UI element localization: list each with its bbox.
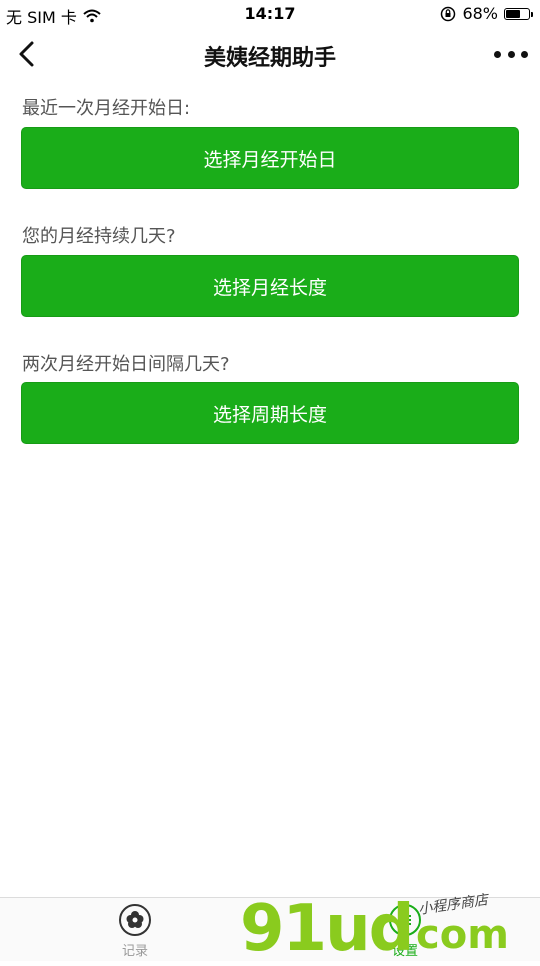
battery-icon (504, 7, 533, 20)
more-dot (507, 50, 515, 58)
orientation-lock-icon (441, 6, 456, 21)
start-date-label: 最近一次月经开始日: (22, 98, 191, 119)
tab-record[interactable]: 记录 (95, 904, 175, 959)
select-start-date-button[interactable]: 选择月经开始日 (21, 127, 519, 189)
tab-record-label: 记录 (121, 944, 148, 959)
select-cycle-length-button[interactable]: 选择周期长度 (21, 382, 519, 444)
status-bar: 无 SIM 卡 14:17 68% (0, 0, 540, 28)
status-right: 68% (440, 4, 533, 23)
more-dot (521, 50, 528, 58)
menu-lines-icon (389, 904, 421, 936)
tab-settings-label: 设置 (391, 944, 418, 959)
flower-icon (119, 904, 151, 936)
cycle-length-label: 两次月经开始日间隔几天? (22, 354, 230, 375)
tab-settings[interactable]: 设置 (365, 904, 445, 959)
nav-bar: 美姨经期助手 (0, 28, 540, 82)
more-button[interactable] (494, 42, 528, 66)
battery-percent: 68% (462, 4, 498, 23)
battery-level (506, 9, 520, 18)
page-title: 美姨经期助手 (203, 46, 336, 71)
select-period-length-button[interactable]: 选择月经长度 (21, 255, 519, 317)
tab-bar: 记录 设置 (0, 897, 540, 961)
period-length-label: 您的月经持续几天? (22, 226, 176, 247)
more-dots-icon (494, 50, 501, 58)
